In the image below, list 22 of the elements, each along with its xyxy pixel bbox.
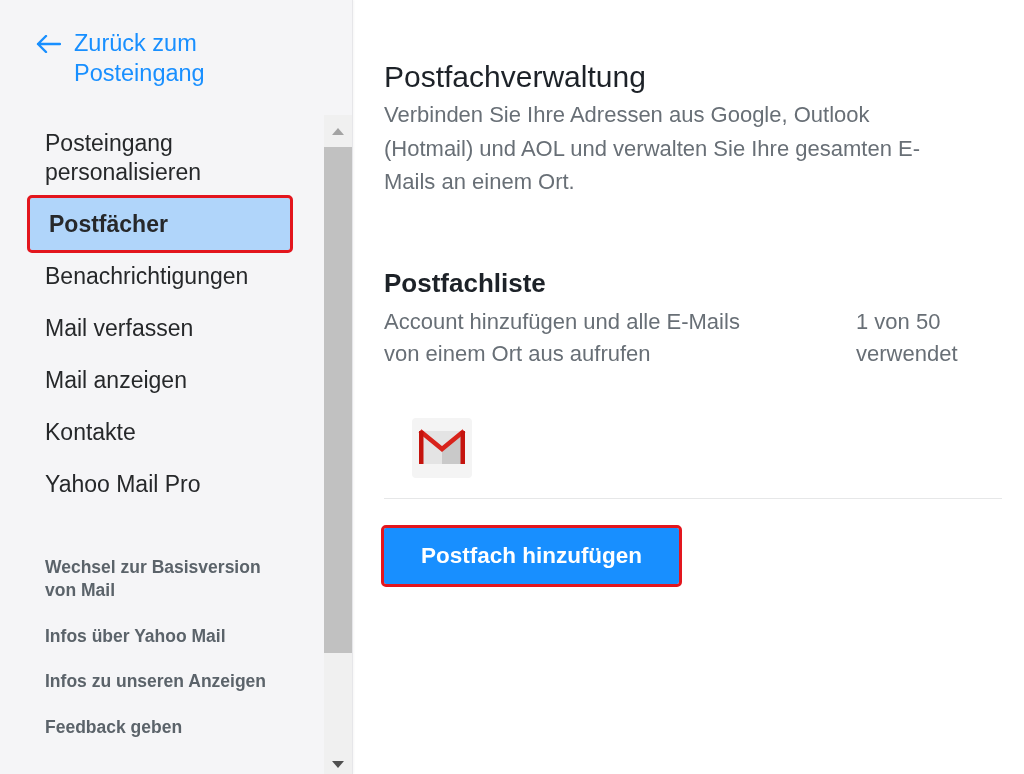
sidebar-item[interactable]: Mail anzeigen <box>30 354 290 406</box>
footer-link[interactable]: Feedback geben <box>45 715 290 739</box>
sidebar-item[interactable]: Yahoo Mail Pro <box>30 458 290 510</box>
footer-link[interactable]: Infos zu unseren Anzeigen <box>45 670 290 693</box>
page-description: Verbinden Sie Ihre Adressen aus Google, Outlook (Hotmail) und AOL und verwalten Sie Ihre gesamten E-Mails an einem Ort. <box>384 101 921 196</box>
footer-link[interactable]: Infos über Yahoo Mail <box>45 624 290 648</box>
scroll-down-icon[interactable] <box>332 761 344 768</box>
section-heading: Postfachliste <box>384 267 547 298</box>
section-description: Account hinzufügen und alle E-Mails von einem Ort aus aufrufen <box>384 307 741 368</box>
sidebar-item[interactable]: Benachrichtigungen <box>30 250 290 302</box>
sidebar-item[interactable]: Kontakte <box>30 406 290 458</box>
mail-icon <box>412 417 472 478</box>
scrollbar[interactable] <box>324 115 352 774</box>
scroll-up-icon[interactable] <box>332 128 344 135</box>
scrollbar-thumb[interactable] <box>324 147 352 653</box>
footer-link[interactable]: Wechsel zur Basisversion von Mail <box>45 556 290 602</box>
sidebar-item[interactable]: Mail verfassen <box>30 302 290 354</box>
page-title: Postfachverwaltung <box>384 59 647 95</box>
usage-count: 1 von 50 verwendet <box>856 307 959 368</box>
arrow-left-icon <box>36 35 61 53</box>
sidebar-item[interactable]: Postfächer <box>30 198 290 250</box>
sidebar-item[interactable]: Posteingang personalisieren <box>30 117 290 198</box>
